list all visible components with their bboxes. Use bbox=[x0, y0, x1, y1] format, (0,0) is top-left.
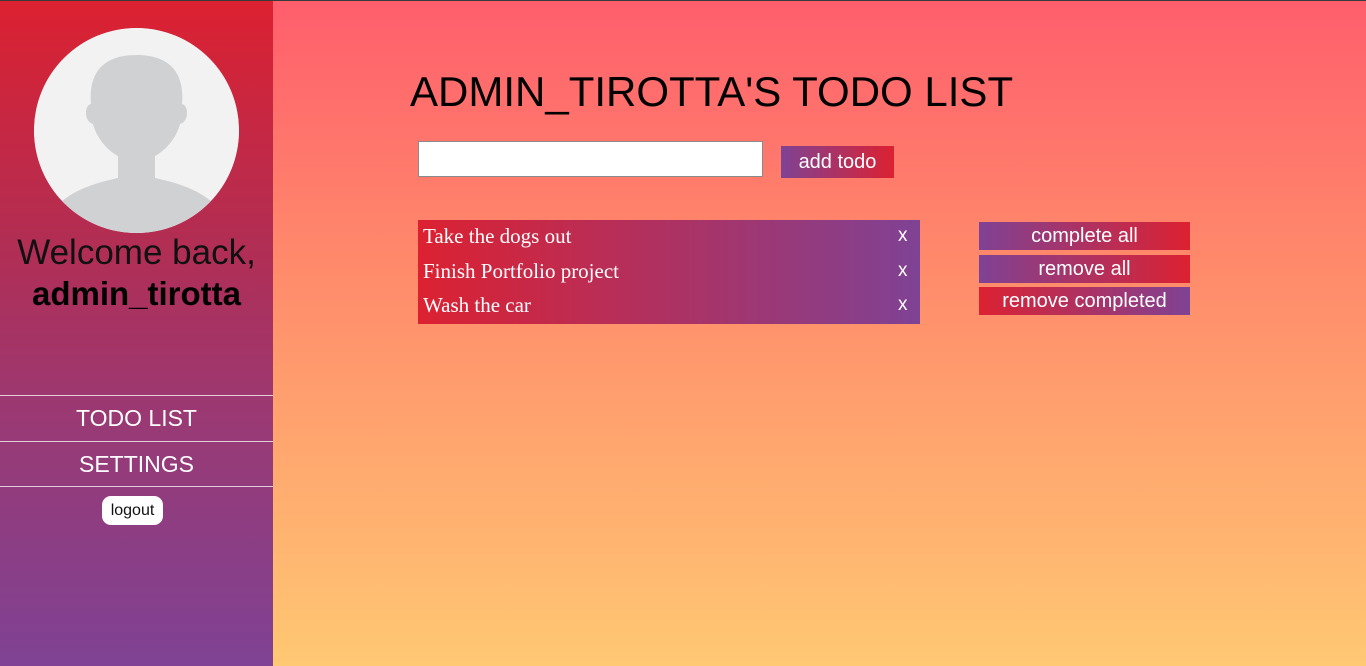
remove-all-button[interactable]: remove all bbox=[979, 255, 1190, 283]
remove-todo-icon[interactable]: x bbox=[898, 260, 908, 282]
nav-todo-list[interactable]: TODO LIST bbox=[0, 395, 273, 441]
nav-settings[interactable]: SETTINGS bbox=[0, 441, 273, 487]
nav-divider bbox=[0, 486, 273, 487]
todo-list: Take the dogs out x Finish Portfolio pro… bbox=[418, 220, 920, 324]
remove-todo-icon[interactable]: x bbox=[898, 294, 908, 316]
logout-button[interactable]: logout bbox=[102, 496, 163, 525]
todo-item-text[interactable]: Finish Portfolio project bbox=[423, 259, 619, 284]
todo-item: Finish Portfolio project x bbox=[418, 255, 920, 289]
complete-all-button[interactable]: complete all bbox=[979, 222, 1190, 250]
add-todo-button[interactable]: add todo bbox=[781, 146, 894, 178]
remove-todo-icon[interactable]: x bbox=[898, 225, 908, 247]
todo-input[interactable] bbox=[418, 141, 763, 177]
todo-item-text[interactable]: Take the dogs out bbox=[423, 224, 571, 249]
remove-completed-button[interactable]: remove completed bbox=[979, 287, 1190, 315]
todo-item: Wash the car x bbox=[418, 289, 920, 323]
todo-item-text[interactable]: Wash the car bbox=[423, 293, 531, 318]
username: admin_tirotta bbox=[31, 275, 242, 312]
avatar-icon bbox=[34, 28, 239, 233]
page-title: ADMIN_TIROTTA'S TODO LIST bbox=[410, 68, 1014, 115]
welcome-text: Welcome back, bbox=[17, 233, 256, 272]
sidebar: Welcome back, admin_tirotta TODO LIST SE… bbox=[0, 1, 273, 666]
todo-item: Take the dogs out x bbox=[418, 220, 920, 254]
